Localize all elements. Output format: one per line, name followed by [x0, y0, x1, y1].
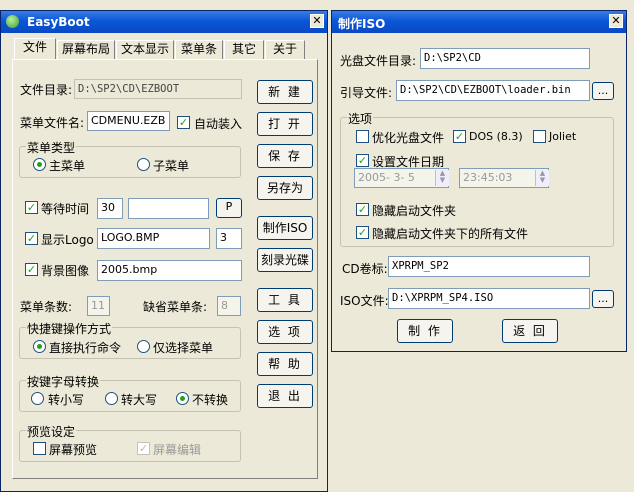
cd-dir-label: 光盘文件目录: — [340, 54, 417, 68]
preview-title: 预览设定 — [26, 423, 77, 440]
screen-preview-checkbox[interactable] — [33, 442, 46, 455]
auto-load-checkbox[interactable]: ✓ — [177, 116, 190, 129]
joliet-label: Joliet — [549, 130, 577, 143]
hide-all-label: 隐藏启动文件夹下的所有文件 — [372, 227, 529, 241]
time-value: 23:45:03 — [463, 171, 513, 184]
uppercase-radio[interactable] — [105, 392, 118, 405]
boot-file-label: 引导文件: — [340, 86, 393, 100]
make-iso-button[interactable]: 制作ISO — [257, 216, 313, 240]
back-button[interactable]: 返 回 — [502, 319, 558, 343]
lowercase-radio[interactable] — [31, 392, 44, 405]
no-convert-radio[interactable] — [176, 392, 189, 405]
auto-load-label: 自动装入 — [194, 117, 243, 131]
tools-button[interactable]: 工 具 — [257, 288, 313, 312]
bg-image-checkbox[interactable]: ✓ — [25, 263, 38, 276]
help-button[interactable]: 帮 助 — [257, 352, 313, 376]
wait-extra-input[interactable] — [128, 198, 209, 219]
p-button[interactable]: P — [216, 198, 242, 218]
easyboot-close-button[interactable]: ✕ — [310, 14, 324, 28]
volume-input[interactable]: XPRPM_SP2 — [388, 256, 590, 277]
easyboot-title: EasyBoot — [27, 15, 90, 29]
app-logo-icon — [6, 15, 19, 28]
open-button[interactable]: 打 开 — [257, 112, 313, 136]
select-only-radio[interactable] — [137, 340, 150, 353]
make-button[interactable]: 制 作 — [397, 319, 453, 343]
bg-image-input[interactable]: 2005.bmp — [97, 260, 242, 281]
new-button[interactable]: 新 建 — [257, 80, 313, 104]
set-date-checkbox[interactable]: ✓ — [356, 154, 369, 167]
boot-file-input[interactable]: D:\SP2\CD\EZBOOT\loader.bin — [396, 80, 590, 101]
iso-options-title: 选项 — [347, 110, 374, 127]
iso-file-label: ISO文件: — [340, 294, 389, 308]
tab-screen-layout[interactable]: 屏幕布局 — [57, 40, 115, 59]
logo-number-input[interactable]: 3 — [216, 228, 242, 249]
date-value: 2005- 3- 5 — [358, 171, 415, 184]
hide-folder-checkbox[interactable]: ✓ — [356, 203, 369, 216]
file-dir-label: 文件目录: — [20, 83, 73, 97]
file-dir-field: D:\SP2\CD\EZBOOT — [74, 79, 242, 99]
show-logo-label: 显示Logo — [41, 233, 94, 247]
wait-time-input[interactable]: 30 — [97, 198, 123, 219]
hide-folder-label: 隐藏启动文件夹 — [372, 204, 457, 218]
make-iso-title: 制作ISO — [338, 17, 386, 31]
main-menu-label: 主菜单 — [49, 159, 86, 173]
exec-command-label: 直接执行命令 — [49, 341, 122, 355]
save-as-button[interactable]: 另存为 — [257, 176, 313, 200]
optimize-checkbox[interactable] — [356, 130, 369, 143]
time-spin-icon[interactable]: ▲ ▼ — [535, 170, 549, 186]
menu-count-label: 菜单条数: — [20, 300, 73, 314]
uppercase-label: 转大写 — [121, 393, 158, 407]
iso-file-input[interactable]: D:\XPRPM_SP4.ISO — [388, 288, 590, 309]
options-button[interactable]: 选 项 — [257, 320, 313, 344]
easyboot-titlebar[interactable]: EasyBoot ✕ — [1, 11, 327, 33]
default-menu-label: 缺省菜单条: — [143, 300, 208, 314]
hide-all-checkbox[interactable]: ✓ — [356, 226, 369, 239]
optimize-label: 优化光盘文件 — [372, 131, 445, 145]
exit-button[interactable]: 退 出 — [257, 384, 313, 408]
bg-image-label: 背景图像 — [41, 264, 90, 278]
tab-file[interactable]: 文件 — [14, 38, 56, 60]
shortcut-title: 快捷键操作方式 — [26, 320, 113, 337]
sub-menu-radio[interactable] — [137, 158, 150, 171]
case-convert-title: 按键字母转换 — [26, 373, 101, 390]
make-iso-titlebar[interactable]: 制作ISO ✕ — [332, 11, 626, 33]
iso-file-browse-button[interactable]: ... — [592, 290, 614, 308]
main-menu-radio[interactable] — [33, 158, 46, 171]
cd-dir-input[interactable]: D:\SP2\CD — [420, 48, 590, 69]
tab-text-display[interactable]: 文本显示 — [116, 40, 174, 59]
dos83-checkbox[interactable]: ✓ — [453, 130, 466, 143]
menu-type-title: 菜单类型 — [26, 139, 77, 156]
logo-input[interactable]: LOGO.BMP — [97, 228, 210, 249]
show-logo-checkbox[interactable]: ✓ — [25, 232, 38, 245]
date-spin-icon[interactable]: ▲ ▼ — [435, 170, 449, 186]
no-convert-label: 不转换 — [192, 393, 229, 407]
tab-other[interactable]: 其它 — [224, 40, 264, 59]
save-button[interactable]: 保 存 — [257, 144, 313, 168]
menu-file-label: 菜单文件名: — [20, 116, 85, 130]
burn-cd-button[interactable]: 刻录光碟 — [257, 248, 313, 272]
menu-file-input[interactable]: CDMENU.EZB — [87, 111, 170, 131]
screen-edit-label: 屏幕编辑 — [153, 443, 202, 457]
dos83-label: DOS (8.3) — [469, 130, 523, 143]
sub-menu-label: 子菜单 — [153, 159, 190, 173]
tab-menu-bar[interactable]: 菜单条 — [175, 40, 223, 59]
default-menu-field: 8 — [217, 296, 241, 316]
tab-about[interactable]: 关于 — [265, 40, 305, 59]
menu-count-field: 11 — [87, 296, 110, 316]
exec-command-radio[interactable] — [33, 340, 46, 353]
screen-edit-checkbox: ✓ — [137, 442, 150, 455]
volume-label: CD卷标: — [342, 262, 388, 276]
screen-preview-label: 屏幕预览 — [49, 443, 98, 457]
boot-file-browse-button[interactable]: ... — [592, 82, 614, 100]
wait-time-label: 等待时间 — [41, 202, 90, 216]
lowercase-label: 转小写 — [48, 393, 85, 407]
joliet-checkbox[interactable] — [533, 130, 546, 143]
make-iso-close-button[interactable]: ✕ — [609, 14, 623, 28]
select-only-label: 仅选择菜单 — [153, 341, 214, 355]
wait-time-checkbox[interactable]: ✓ — [25, 201, 38, 214]
